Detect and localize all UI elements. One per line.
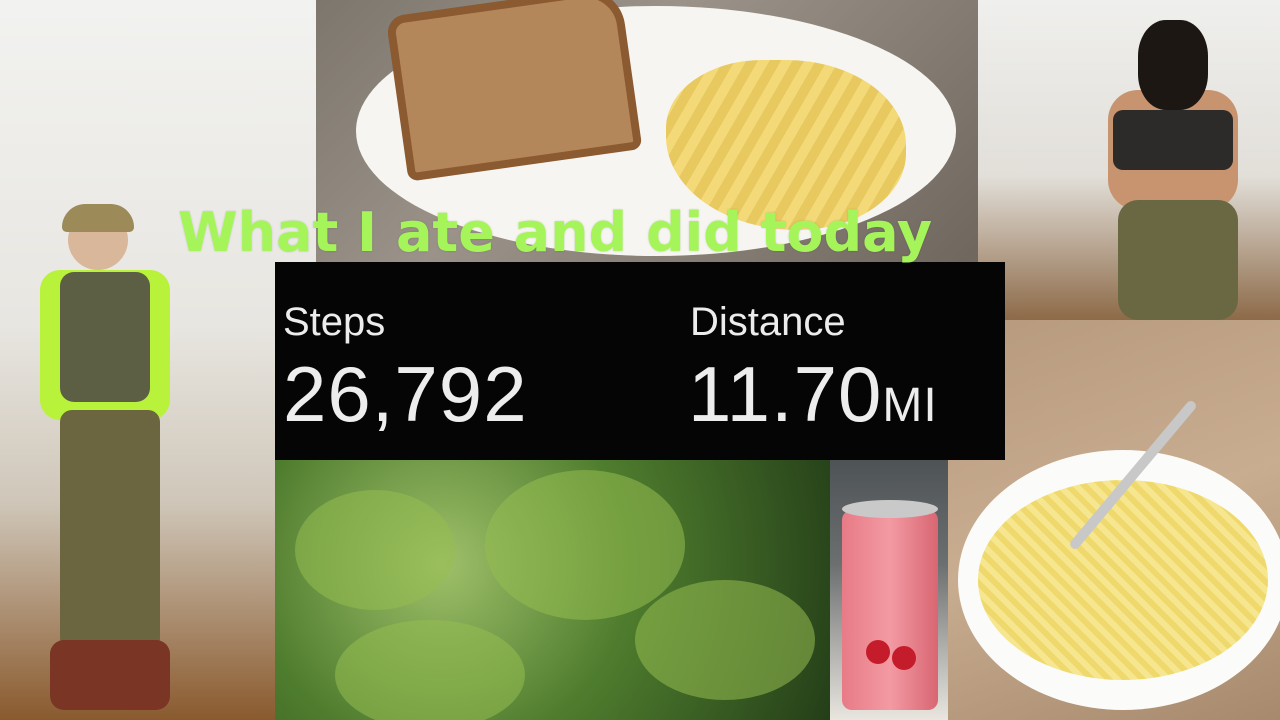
flexing-selfie-photo [978, 0, 1280, 320]
soda-can [842, 510, 938, 710]
mirror-selfie-photo [0, 0, 316, 720]
distance-label: Distance [690, 300, 846, 344]
distance-number: 11.70 [688, 350, 883, 438]
steps-value: 26,792 [283, 350, 528, 438]
person-figure [1068, 20, 1248, 320]
steps-label: Steps [283, 300, 386, 344]
drink-can-photo [830, 460, 948, 720]
noodles [978, 480, 1268, 680]
tree-canopy-photo [275, 460, 830, 720]
distance-unit: MI [882, 379, 938, 432]
cherry-icon [892, 646, 916, 670]
activity-stats-panel: Steps 26,792 Distance 11.70MI [275, 262, 1005, 460]
distance-value: 11.70MI [688, 352, 938, 448]
person-figure [40, 204, 170, 710]
cherry-icon [866, 640, 890, 664]
video-title: What I ate and did today [178, 201, 933, 264]
